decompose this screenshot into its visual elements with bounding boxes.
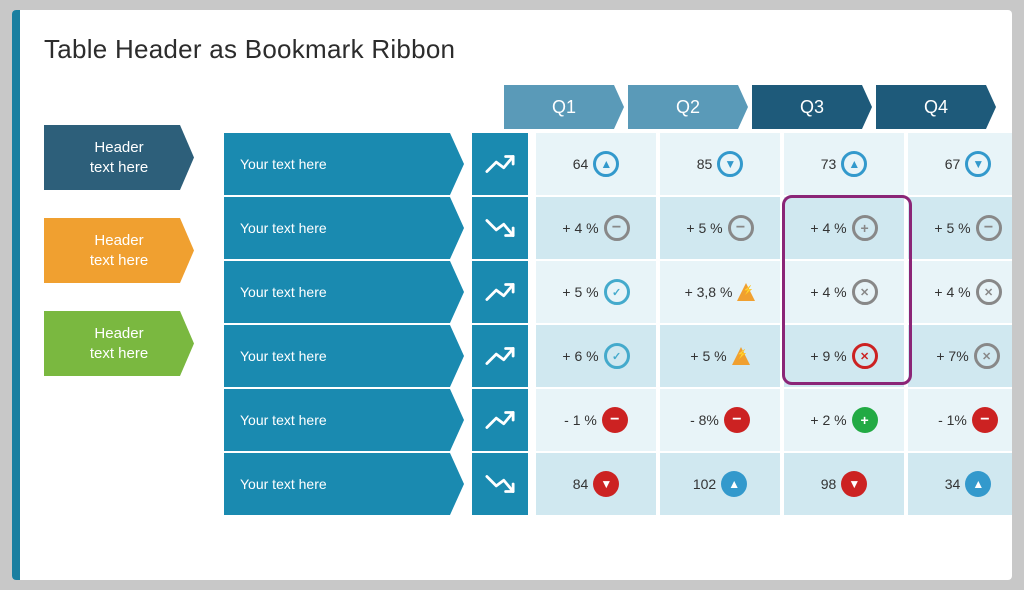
arrow-down-icon: ▼: [965, 151, 991, 177]
row-cells: 64 ▲ 85 ▼ 73 ▲ 67 ▼: [536, 133, 1012, 195]
x-icon: ✕: [852, 279, 878, 305]
table-row: Your text here 64 ▲ 85: [224, 133, 1012, 195]
row-label: Your text here: [224, 197, 464, 259]
x-icon: ✕: [976, 279, 1002, 305]
table-row: Your text here + 4 % − + 5 %: [224, 197, 1012, 259]
row-cells: + 4 % − + 5 % − + 4 % + + 5 %: [536, 197, 1012, 259]
arrow-up-icon: ▲: [841, 151, 867, 177]
arrow-down-icon: ▼: [717, 151, 743, 177]
slide-title: Table Header as Bookmark Ribbon: [44, 34, 980, 65]
blue-accent: [12, 10, 20, 580]
cell: + 4 % +: [784, 197, 904, 259]
row-cells: + 6 % ✓ + 5 % ⚡ + 9 % ✕: [536, 325, 1012, 387]
x-red-icon: ✕: [852, 343, 878, 369]
q3-header: Q3: [752, 85, 872, 129]
row-icon-up: [472, 325, 528, 387]
minus-red-icon: −: [972, 407, 998, 433]
arrow-up-icon: ▲: [593, 151, 619, 177]
legend-badge-navy: Headertext here: [44, 125, 194, 190]
plus-green-icon: +: [852, 407, 878, 433]
cell: - 8% −: [660, 389, 780, 451]
cell: + 5 % ⚡: [660, 325, 780, 387]
minus-icon: −: [604, 215, 630, 241]
table-area: Q1 Q2 Q3 Q4 Your text here: [224, 85, 1012, 515]
row-label: Your text here: [224, 453, 464, 515]
cell: + 7% ✕: [908, 325, 1012, 387]
check-icon: ✓: [604, 279, 630, 305]
cell: + 4 % ✕: [784, 261, 904, 323]
table-row: Your text here 84 ▼ 102: [224, 453, 1012, 515]
cell: 73 ▲: [784, 133, 904, 195]
cell: - 1% −: [908, 389, 1012, 451]
cell: 64 ▲: [536, 133, 656, 195]
cell: 67 ▼: [908, 133, 1012, 195]
table-row: Your text here + 5 % ✓ + 3,8 %: [224, 261, 1012, 323]
minus-icon: −: [976, 215, 1002, 241]
legend-badge-green: Headertext here: [44, 311, 194, 376]
q4-header: Q4: [876, 85, 996, 129]
minus-icon: −: [728, 215, 754, 241]
legend-item-2: Headertext here: [44, 218, 194, 283]
row-icon-down: [472, 197, 528, 259]
cell: 84 ▼: [536, 453, 656, 515]
content-area: Headertext here Headertext here Headerte…: [44, 85, 980, 515]
quarter-headers: Q1 Q2 Q3 Q4: [504, 85, 1012, 129]
minus-red-icon: −: [724, 407, 750, 433]
cell: + 4 % −: [536, 197, 656, 259]
q2-header: Q2: [628, 85, 748, 129]
arrow-up-blue-icon: ▲: [965, 471, 991, 497]
row-icon-up: [472, 389, 528, 451]
cell: + 5 % −: [908, 197, 1012, 259]
legend: Headertext here Headertext here Headerte…: [44, 85, 194, 376]
arrow-up-blue-icon: ▲: [721, 471, 747, 497]
cell: + 3,8 % ⚡: [660, 261, 780, 323]
cell: + 9 % ✕: [784, 325, 904, 387]
row-label: Your text here: [224, 389, 464, 451]
cell: + 4 % ✕: [908, 261, 1012, 323]
legend-badge-orange: Headertext here: [44, 218, 194, 283]
row-label: Your text here: [224, 325, 464, 387]
row-label: Your text here: [224, 261, 464, 323]
cell: + 6 % ✓: [536, 325, 656, 387]
row-icon-down: [472, 453, 528, 515]
slide: Table Header as Bookmark Ribbon Headerte…: [12, 10, 1012, 580]
plus-icon: +: [852, 215, 878, 241]
row-label: Your text here: [224, 133, 464, 195]
table-row: Your text here - 1 % − - 8%: [224, 389, 1012, 451]
cell: 102 ▲: [660, 453, 780, 515]
lightning-icon-orange: ⚡: [732, 347, 750, 365]
table-row: Your text here + 6 % ✓ + 5 %: [224, 325, 1012, 387]
minus-red-icon: −: [602, 407, 628, 433]
row-cells: + 5 % ✓ + 3,8 % ⚡ + 4 % ✕: [536, 261, 1012, 323]
cell: 34 ▲: [908, 453, 1012, 515]
arrow-down-red-icon: ▼: [841, 471, 867, 497]
cell: - 1 % −: [536, 389, 656, 451]
legend-item-1: Headertext here: [44, 125, 194, 190]
table-rows: Your text here 64 ▲ 85: [224, 133, 1012, 515]
x-icon: ✕: [974, 343, 1000, 369]
cell: + 2 % +: [784, 389, 904, 451]
arrow-down-red-icon: ▼: [593, 471, 619, 497]
q1-header: Q1: [504, 85, 624, 129]
cell: 98 ▼: [784, 453, 904, 515]
row-icon-up: [472, 261, 528, 323]
check-icon: ✓: [604, 343, 630, 369]
lightning-icon: ⚡: [737, 283, 755, 301]
cell: + 5 % −: [660, 197, 780, 259]
row-icon-up: [472, 133, 528, 195]
cell: + 5 % ✓: [536, 261, 656, 323]
cell: 85 ▼: [660, 133, 780, 195]
row-cells: 84 ▼ 102 ▲ 98 ▼ 34 ▲: [536, 453, 1012, 515]
row-cells: - 1 % − - 8% − + 2 % + - 1%: [536, 389, 1012, 451]
legend-item-3: Headertext here: [44, 311, 194, 376]
